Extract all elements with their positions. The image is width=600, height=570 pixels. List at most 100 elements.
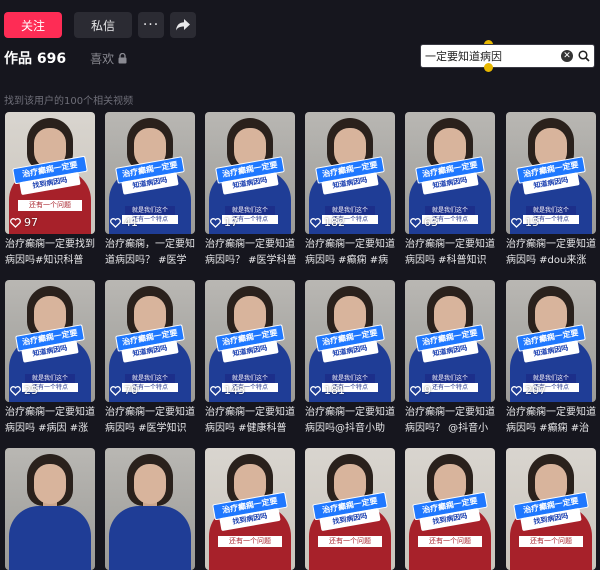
heart-icon [410,385,421,396]
search-input[interactable]: 一定要知道病因 [425,48,561,64]
thumbnail-subtitle-line1: 就是我们这个 [325,374,375,383]
video-thumbnail[interactable]: 治疗癫痫一定要 知道病因吗 就是我们这个 还有一个特点 15 [506,112,596,234]
video-title[interactable]: 治疗癫痫一定要找到病因吗#知识科普 #... [5,237,97,269]
tab-works[interactable]: 作品 696 [4,48,66,68]
video-title[interactable]: 治疗癫痫一定要知道病因吗 #科普知识 #... [405,237,497,269]
like-count: 97 [10,216,38,229]
heart-icon [310,385,321,396]
video-thumbnail[interactable]: 治疗癫痫一定要 知道病因吗 就是我们这个 还有一个特点 70 [105,280,195,402]
like-count-value: 25 [24,384,38,397]
like-count-value: 181 [324,384,345,397]
like-count-value: 9 [424,384,431,397]
share-arrow-icon [176,19,190,31]
video-thumbnail[interactable]: 治疗癫痫一定要 找到病因吗 还有一个问题 97 [5,112,95,234]
like-count-value: 63 [424,216,438,229]
thumbnail-subtitle-line1: 就是我们这个 [225,374,275,383]
video-title[interactable]: 治疗癫痫一定要知道病因吗？ @抖音小助... [405,405,497,437]
like-count-value: 15 [525,216,539,229]
video-card[interactable]: 治疗癫痫一定要 知道病因吗 就是我们这个 还有一个特点 41 治疗癫痫，一定要知道病因吗？… [105,112,195,269]
lock-icon [118,52,127,63]
share-button[interactable] [170,12,196,38]
video-title[interactable]: 治疗癫痫一定要知道病因吗 #医学知识 #... [105,405,197,437]
video-thumbnail[interactable]: 治疗癫痫一定要 知道病因吗 就是我们这个 还有一个特点 181 [305,280,395,402]
heart-icon [210,385,221,396]
video-thumbnail[interactable]: 治疗癫痫一定要 知道病因吗 就是我们这个 还有一个特点 63 [405,112,495,234]
like-count-value: 143 [224,384,245,397]
video-card[interactable]: 治疗癫痫一定要 知道病因吗 就是我们这个 还有一个特点 63 治疗癫痫一定要知道病因吗 #… [405,112,495,269]
like-count: 25 [10,384,38,397]
thumbnail-face [34,464,66,504]
like-count-value: 182 [324,216,345,229]
video-thumbnail[interactable]: 治疗癫痫一定要 知道病因吗 就是我们这个 还有一个特点 17 [205,112,295,234]
like-count: 207 [511,384,546,397]
like-count: 41 [110,216,138,229]
search-result-summary: 找到该用户的100个相关视频 [4,96,134,107]
thumbnail-subtitle-line1: 还有一个问题 [218,536,282,547]
video-card[interactable]: 治疗癫痫一定要 知道病因吗 就是我们这个 还有一个特点 9 治疗癫痫一定要知道病因吗？ @… [405,280,495,437]
video-title[interactable]: 治疗癫痫一定要知道病因吗 #癫痫 #治疗... [506,405,598,437]
heart-icon [110,217,121,228]
video-title[interactable]: 治疗癫痫一定要知道病因吗 #病因 #涨知... [5,405,97,437]
video-title[interactable]: 治疗癫痫一定要知道病因吗 #健康科普 @... [205,405,297,437]
thumbnail-shoulders [109,506,191,570]
thumbnail-face [134,464,166,504]
heart-icon [310,217,321,228]
thumbnail-subtitle-line1: 就是我们这个 [425,374,475,383]
video-title[interactable]: 治疗癫痫一定要知道病因吗 #癫痫 #病因... [305,237,397,269]
profile-action-bar: 关注 私信 ··· [4,12,196,38]
heart-icon [10,385,21,396]
like-count-value: 97 [24,216,38,229]
video-card[interactable]: 治疗癫痫一定要 知道病因吗 就是我们这个 还有一个特点 182 治疗癫痫一定要知道病因吗 … [305,112,395,269]
video-title[interactable]: 治疗癫痫一定要知道病因吗@抖音小助手... [305,405,397,437]
thumbnail-subtitle-line1: 就是我们这个 [125,206,175,215]
thumbnail-subtitle-line1: 还有一个问题 [18,200,82,211]
thumbnail-shoulders [9,506,91,570]
video-card[interactable]: 治疗癫痫一定要 知道病因吗 就是我们这个 还有一个特点 15 治疗癫痫一定要知道病因吗 #… [506,112,596,269]
video-thumbnail[interactable]: 治疗癫痫一定要 知道病因吗 就是我们这个 还有一个特点 182 [305,112,395,234]
video-card[interactable]: 治疗癫痫一定要找到病因吗还有一个问题97治疗癫痫一定要找到病因吗#知识科普 #.… [5,112,95,269]
like-count: 15 [511,216,539,229]
message-button[interactable]: 私信 [74,12,132,38]
resize-handle-bottom[interactable] [484,63,493,72]
tab-likes[interactable]: 喜欢 [90,50,127,67]
thumbnail-subtitle-line1: 就是我们这个 [526,206,576,215]
thumbnail-subtitle-line1: 就是我们这个 [25,374,75,383]
like-count: 182 [310,216,345,229]
video-card[interactable]: 治疗癫痫一定要 知道病因吗 就是我们这个 还有一个特点 17 治疗癫痫一定要知道病因吗？ … [205,112,297,269]
like-count: 9 [410,384,431,397]
video-card[interactable]: 治疗癫痫一定要 知道病因吗 就是我们这个 还有一个特点 70 治疗癫痫一定要知道病因吗 #… [105,280,195,437]
video-card[interactable]: 治疗癫痫一定要 知道病因吗 就是我们这个 还有一个特点 207 治疗癫痫一定要知道病因吗 … [506,280,596,437]
clear-icon[interactable]: ✕ [561,50,573,62]
search-icon[interactable] [578,50,590,62]
like-count: 63 [410,216,438,229]
more-button[interactable]: ··· [138,12,164,38]
like-count: 17 [210,216,238,229]
video-card[interactable]: 治疗癫痫一定要 知道病因吗 就是我们这个 还有一个特点 25 治疗癫痫一定要知道病因吗 #… [5,280,95,437]
video-title[interactable]: 治疗癫痫一定要知道病因吗？ #医学科普 ... [205,237,297,269]
thumbnail-subtitle-line1: 就是我们这个 [225,206,275,215]
video-thumbnail[interactable]: 治疗癫痫一定要 知道病因吗 就是我们这个 还有一个特点 25 [5,280,95,402]
like-count-value: 207 [525,384,546,397]
video-title[interactable]: 治疗癫痫，一定要知道病因吗？ #医学科... [105,237,197,269]
video-card[interactable]: 治疗癫痫一定要 知道病因吗 就是我们这个 还有一个特点 143 治疗癫痫一定要知道病因吗 … [205,280,295,437]
search-box[interactable]: 一定要知道病因 ✕ [420,44,595,68]
like-count-value: 70 [124,384,138,397]
video-thumbnail[interactable]: 治疗癫痫一定要 知道病因吗 就是我们这个 还有一个特点 41 [105,112,195,234]
heart-icon [110,385,121,396]
heart-icon [511,217,522,228]
thumbnail-subtitle-line1: 就是我们这个 [125,374,175,383]
like-count-value: 41 [124,216,138,229]
follow-button[interactable]: 关注 [4,12,62,38]
heart-icon [511,385,522,396]
video-thumbnail[interactable]: 治疗癫痫一定要 知道病因吗 就是我们这个 还有一个特点 9 [405,280,495,402]
like-count: 181 [310,384,345,397]
thumbnail-subtitle-line1: 就是我们这个 [526,374,576,383]
video-card[interactable]: 治疗癫痫一定要 知道病因吗 就是我们这个 还有一个特点 181 治疗癫痫一定要知道病因吗@… [305,280,395,437]
thumbnail-subtitle-line1: 还有一个问题 [418,536,482,547]
video-title[interactable]: 治疗癫痫一定要知道病因吗 #dou来涨健... [506,237,598,269]
video-thumbnail[interactable]: 治疗癫痫一定要 知道病因吗 就是我们这个 还有一个特点 207 [506,280,596,402]
like-count-value: 17 [224,216,238,229]
video-thumbnail[interactable]: 治疗癫痫一定要 知道病因吗 就是我们这个 还有一个特点 143 [205,280,295,402]
like-count: 70 [110,384,138,397]
thumbnail-subtitle-line1: 就是我们这个 [425,206,475,215]
